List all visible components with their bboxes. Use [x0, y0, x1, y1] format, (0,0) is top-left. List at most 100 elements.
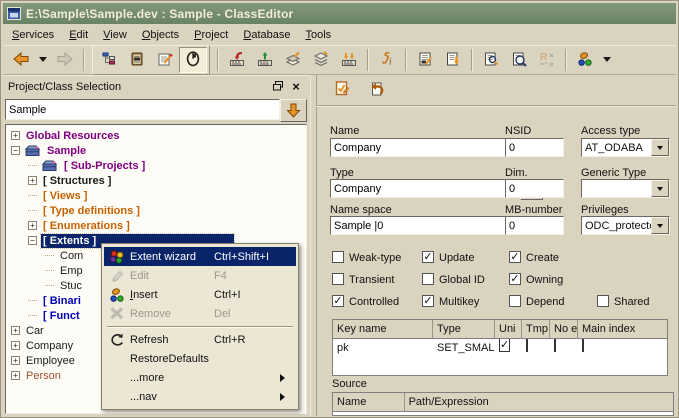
weak-type-checkbox[interactable]: [332, 251, 344, 263]
book-button[interactable]: [123, 47, 151, 73]
depend-checkbox[interactable]: [509, 295, 521, 307]
doc-preview-button[interactable]: [505, 47, 533, 73]
owning-checkbox[interactable]: ✓: [509, 273, 521, 285]
controlled-checkbox[interactable]: ✓: [332, 295, 344, 307]
expand-icon[interactable]: +: [11, 326, 20, 335]
main-index-checkbox[interactable]: [582, 339, 584, 352]
menu-edit[interactable]: Edit: [63, 27, 97, 43]
tree-item-label: [ Enumerations ]: [41, 219, 132, 233]
objects-dropdown-button[interactable]: [599, 47, 615, 73]
script-info-button[interactable]: i: [373, 47, 401, 73]
tree-item-sub-projects[interactable]: [ Sub-Projects ]: [6, 158, 306, 173]
undo-button[interactable]: [364, 78, 388, 102]
dropdown-arrow-button[interactable]: [651, 139, 669, 156]
apply-edit-button[interactable]: [330, 78, 354, 102]
tree-item-views[interactable]: [ Views ]: [6, 188, 306, 203]
selected-value: ODC_protected: [585, 220, 651, 232]
back-arrow-button[interactable]: [7, 47, 35, 73]
book-icon: [129, 51, 145, 70]
doc-download-button[interactable]: [439, 47, 467, 73]
float-icon[interactable]: [270, 79, 286, 94]
rename-button[interactable]: R: [533, 47, 561, 73]
class-filter-input[interactable]: [5, 99, 280, 120]
context-menu-item-restoredefaults[interactable]: RestoreDefaults: [104, 349, 296, 368]
close-icon[interactable]: ×: [288, 79, 304, 94]
tree-item-label: Company: [24, 339, 75, 353]
expand-icon[interactable]: +: [28, 221, 37, 230]
package-icon: [24, 144, 41, 157]
context-menu-item-insert[interactable]: InsertCtrl+I: [104, 285, 296, 304]
import-keyboard-button[interactable]: [223, 47, 251, 73]
source-table-header: NamePath/Expression: [333, 393, 673, 412]
brush-layers-icon: [285, 51, 301, 70]
history-dropdown-button[interactable]: [35, 47, 51, 73]
menu-database[interactable]: Database: [237, 27, 299, 43]
tree-item-label: Emp: [58, 264, 85, 278]
multikey-checkbox[interactable]: ✓: [422, 295, 434, 307]
create-checkbox[interactable]: ✓: [509, 251, 521, 263]
transient-checkbox[interactable]: [332, 273, 344, 285]
menu-project[interactable]: Project: [188, 27, 237, 43]
menu-view[interactable]: View: [97, 27, 136, 43]
tree-line: [45, 270, 54, 272]
update-checkbox[interactable]: ✓: [422, 251, 434, 263]
dropdown-arrow-button[interactable]: [651, 180, 669, 197]
expand-icon[interactable]: +: [11, 371, 20, 380]
no-e-checkbox[interactable]: [554, 339, 556, 352]
context-menu-item-extent-wizard[interactable]: Extent wizardCtrl+Shift+I: [104, 247, 296, 266]
tree-item-type-definitions[interactable]: [ Type definitions ]: [6, 203, 306, 218]
class-tree-button[interactable]: [95, 47, 123, 73]
stack-arrow-button[interactable]: [307, 47, 335, 73]
generic-type-select[interactable]: [581, 179, 670, 198]
tree-item-sample[interactable]: −Sample: [6, 143, 306, 158]
tmp-checkbox[interactable]: [526, 339, 528, 352]
tree-item-structures[interactable]: +[ Structures ]: [6, 173, 306, 188]
key-table-row[interactable]: pkSET_SMAL✓: [333, 339, 667, 358]
back-arrow-icon: [12, 51, 30, 70]
expand-icon[interactable]: +: [28, 176, 37, 185]
collapse-icon[interactable]: −: [28, 236, 37, 245]
uni-checkbox[interactable]: ✓: [499, 339, 510, 352]
tree-line: [28, 210, 37, 212]
export-keyboard-button[interactable]: [251, 47, 279, 73]
name-label: Name: [330, 125, 359, 138]
global-id-checkbox[interactable]: [422, 273, 434, 285]
objects-button[interactable]: [571, 47, 599, 73]
window-title: E:\Sample\Sample.dev : Sample - ClassEdi…: [26, 7, 293, 21]
collapse-icon[interactable]: −: [11, 146, 20, 155]
filter-dropdown-button[interactable]: [280, 99, 307, 122]
tree-item-global-resources[interactable]: +Global Resources: [6, 128, 306, 143]
column-header-uni: Uni: [495, 320, 522, 338]
titlebar[interactable]: E:\Sample\Sample.dev : Sample - ClassEdi…: [3, 3, 676, 24]
doc-search-button[interactable]: [477, 47, 505, 73]
remove-icon: [104, 306, 130, 321]
dim-field[interactable]: [505, 179, 564, 198]
access-type-select[interactable]: AT_ODABA: [581, 138, 670, 157]
expand-icon[interactable]: +: [11, 341, 20, 350]
doc-check-button[interactable]: [411, 47, 439, 73]
keyboard-update-button[interactable]: [335, 47, 363, 73]
edit-note-button[interactable]: [151, 47, 179, 73]
history-dropdown-icon: [39, 54, 48, 66]
mouse-button[interactable]: [179, 47, 207, 73]
mb-number-field[interactable]: [505, 216, 564, 235]
privileges-select[interactable]: ODC_protected: [581, 216, 670, 235]
menu-services[interactable]: Services: [6, 27, 63, 43]
nsid-field[interactable]: [505, 138, 564, 157]
classeditor-window: E:\Sample\Sample.dev : Sample - ClassEdi…: [0, 0, 679, 418]
type-field[interactable]: [330, 179, 517, 198]
menu-tools[interactable]: Tools: [299, 27, 340, 43]
tree-item-enumerations[interactable]: + [ Enumerations ]: [6, 218, 306, 233]
brush-layers-button[interactable]: [279, 47, 307, 73]
expand-icon[interactable]: +: [11, 131, 20, 140]
dropdown-arrow-button[interactable]: [651, 217, 669, 234]
context-menu-item-more[interactable]: ...more: [104, 368, 296, 387]
column-header-no-e: No e: [550, 320, 578, 338]
context-menu-item-nav[interactable]: ...nav: [104, 387, 296, 406]
forward-arrow-button[interactable]: [51, 47, 79, 73]
shared-checkbox[interactable]: [597, 295, 609, 307]
tmp-cell: [522, 339, 550, 358]
menu-objects[interactable]: Objects: [136, 27, 188, 43]
context-menu-item-refresh[interactable]: RefreshCtrl+R: [104, 330, 296, 349]
expand-icon[interactable]: +: [11, 356, 20, 365]
